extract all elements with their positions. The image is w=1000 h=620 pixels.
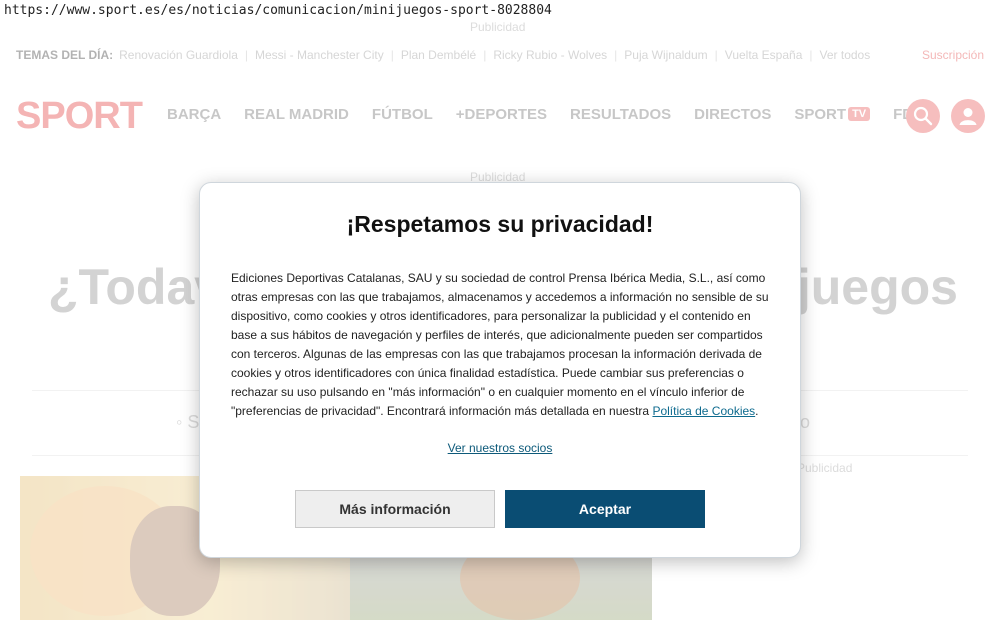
- accept-button[interactable]: Aceptar: [505, 490, 705, 528]
- consent-title: ¡Respetamos su privacidad!: [346, 211, 654, 237]
- cookie-policy-link[interactable]: Política de Cookies: [652, 404, 755, 418]
- partners-link[interactable]: Ver nuestros socios: [200, 441, 800, 455]
- consent-body: Ediciones Deportivas Catalanas, SAU y su…: [231, 271, 769, 418]
- more-info-button[interactable]: Más información: [295, 490, 495, 528]
- address-bar[interactable]: https://www.sport.es/es/noticias/comunic…: [0, 0, 1000, 22]
- cookie-consent-dialog: ¡Respetamos su privacidad! Ediciones Dep…: [199, 182, 801, 558]
